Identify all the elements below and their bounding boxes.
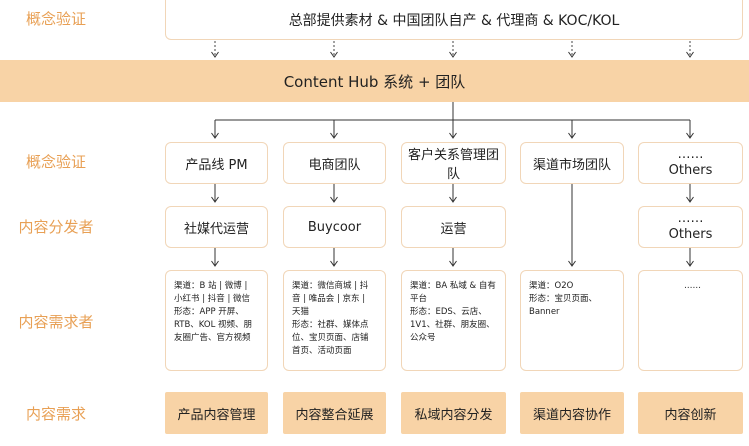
team-box: 渠道市场团队 (520, 142, 624, 184)
source-box: 总部提供素材 & 中国团队自产 & 代理商 & KOC/KOL (165, 0, 743, 40)
distributor-box: 运营 (401, 206, 506, 248)
label-demand: 内容需求 (25, 405, 86, 423)
team-box: …… Others (638, 142, 743, 184)
label-demander: 内容需求者 (18, 313, 94, 331)
demand-box: 私域内容分发 (401, 392, 506, 434)
detail-box: 渠道：微信商城 | 抖 音 | 唯品会 | 京东 | 天猫 形态：社群、媒体点 … (283, 270, 386, 371)
detail-box: 渠道：BA 私域 & 自有 平台 形态：EDS、云店、 1V1、社群、朋友圈、 … (401, 270, 506, 371)
label-concept: 概念验证 (25, 153, 86, 171)
content-hub-bar: Content Hub 系统 + 团队 (0, 60, 749, 102)
label-concept-top: 概念验证 (25, 10, 86, 28)
team-box: 产品线 PM (165, 142, 268, 184)
demand-box: 产品内容管理 (165, 392, 268, 434)
detail-box: 渠道：B 站 | 微博 | 小红书 | 抖音 | 微信 形态：APP 开屏、 R… (165, 270, 268, 371)
team-box: 客户关系管理团队 (401, 142, 506, 184)
team-box: 电商团队 (283, 142, 386, 184)
label-distributor: 内容分发者 (18, 218, 94, 236)
distributor-box: Buycoor (283, 206, 386, 248)
detail-box: …… (638, 270, 743, 371)
distributor-box: …… Others (638, 206, 743, 248)
detail-box: 渠道：O2O 形态：宝贝页面、 Banner (520, 270, 624, 371)
demand-box: 渠道内容协作 (520, 392, 624, 434)
distributor-box: 社媒代运营 (165, 206, 268, 248)
demand-box: 内容创新 (638, 392, 743, 434)
demand-box: 内容整合延展 (283, 392, 386, 434)
